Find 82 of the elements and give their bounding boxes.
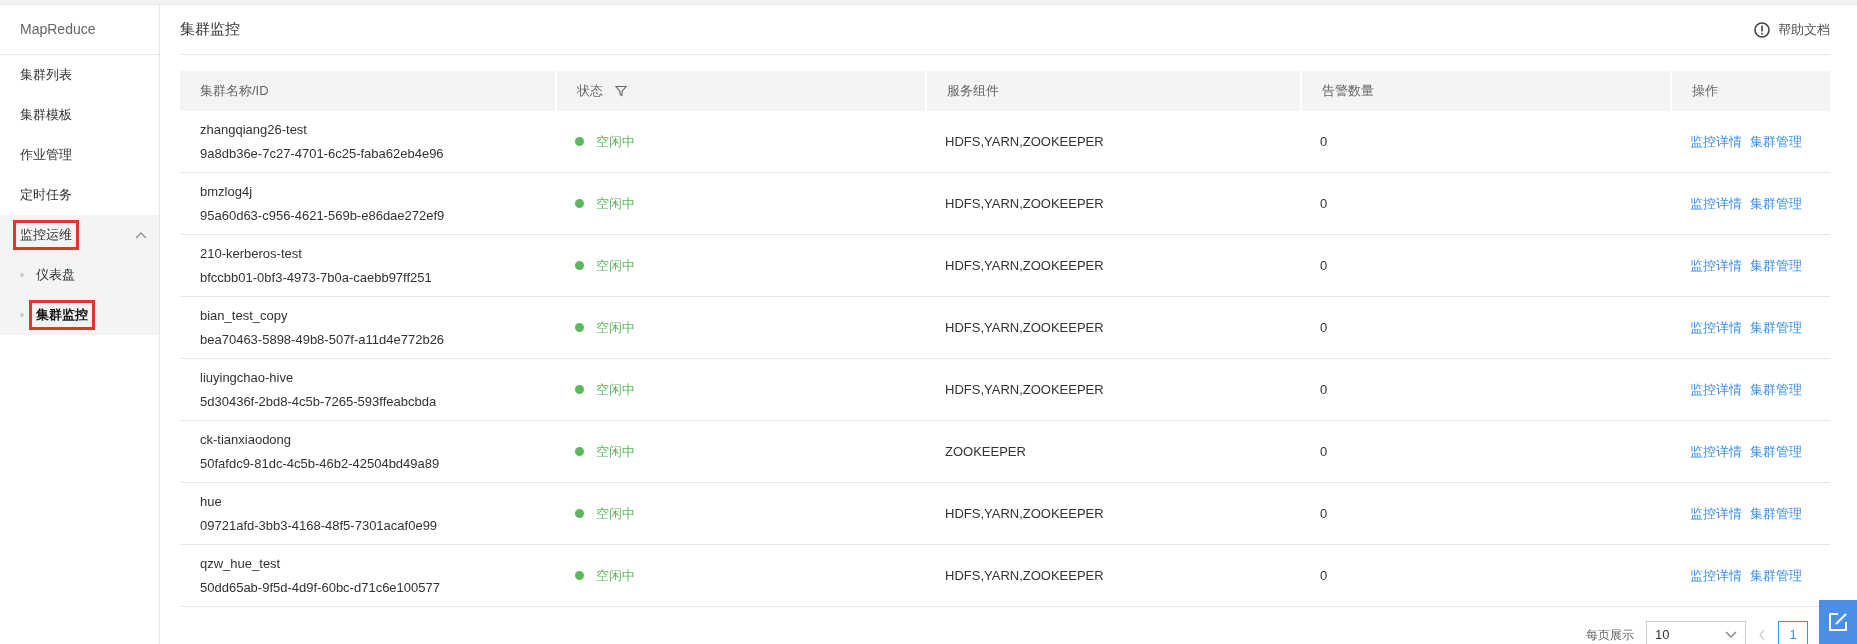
cluster-id: 9a8db36e-7c27-4701-6c25-faba62eb4e96: [200, 144, 445, 163]
menu-item-label[interactable]: 集群监控: [32, 303, 92, 327]
info-icon: [1754, 21, 1770, 38]
bullet-icon: [20, 273, 24, 277]
cluster-name: bmzlog4j: [200, 183, 254, 201]
action-link[interactable]: 集群管理: [1750, 441, 1802, 462]
action-link[interactable]: 监控详情: [1690, 441, 1742, 462]
status-text: 空闲中: [596, 318, 635, 337]
status-text: 空闲中: [596, 504, 635, 523]
service-components: HDFS,YARN,ZOOKEEPER: [945, 505, 1104, 521]
cluster-name: bian_test_copy: [200, 307, 289, 325]
alert-count: 0: [1320, 319, 1328, 335]
app-title: MapReduce: [20, 20, 96, 39]
service-components: HDFS,YARN,ZOOKEEPER: [945, 195, 1104, 211]
status-text: 空闲中: [596, 566, 635, 585]
bullet-icon: [20, 313, 24, 317]
column-header: 集群名称/ID: [200, 82, 269, 101]
page-size-label: 每页展示: [1586, 627, 1634, 644]
alert-count: 0: [1320, 443, 1328, 459]
status-text: 空闲中: [596, 194, 635, 213]
cluster-name: hue: [200, 493, 223, 511]
column-header: 操作: [1692, 82, 1718, 101]
status-text: 空闲中: [596, 442, 635, 461]
action-link[interactable]: 监控详情: [1690, 131, 1742, 152]
action-link[interactable]: 监控详情: [1690, 379, 1742, 400]
edit-icon: [1828, 612, 1848, 632]
menu-item-label[interactable]: 定时任务: [16, 183, 76, 207]
page-title: 集群监控: [180, 19, 240, 40]
status-text: 空闲中: [596, 256, 635, 275]
service-components: HDFS,YARN,ZOOKEEPER: [945, 257, 1104, 273]
cluster-id: 50dd65ab-9f5d-4d9f-60bc-d71c6e100577: [200, 578, 441, 597]
alert-count: 0: [1320, 381, 1328, 397]
cluster-name: zhangqiang26-test: [200, 121, 308, 139]
cluster-name: qzw_hue_test: [200, 555, 282, 573]
column-header: 告警数量: [1322, 82, 1374, 101]
cluster-name: liuyingchao-hive: [200, 369, 295, 387]
filter-icon[interactable]: [615, 85, 627, 97]
action-link[interactable]: 集群管理: [1750, 565, 1802, 586]
service-components: HDFS,YARN,ZOOKEEPER: [945, 567, 1104, 583]
help-link[interactable]: 帮助文档: [1754, 19, 1830, 40]
chevron-icon[interactable]: [135, 231, 147, 239]
action-link[interactable]: 集群管理: [1750, 193, 1802, 214]
action-link[interactable]: 集群管理: [1750, 131, 1802, 152]
service-components: ZOOKEEPER: [945, 443, 1026, 459]
chevron-down-icon: [1725, 631, 1737, 639]
menu-item-label[interactable]: 集群列表: [16, 63, 76, 87]
action-link[interactable]: 集群管理: [1750, 317, 1802, 338]
alert-count: 0: [1320, 567, 1328, 583]
action-link[interactable]: 集群管理: [1750, 379, 1802, 400]
page-button[interactable]: 1: [1778, 621, 1808, 644]
cluster-id: bea70463-5898-49b8-507f-a11d4e772b26: [200, 330, 446, 349]
action-link[interactable]: 集群管理: [1750, 503, 1802, 524]
service-components: HDFS,YARN,ZOOKEEPER: [945, 133, 1104, 149]
action-link[interactable]: 监控详情: [1690, 255, 1742, 276]
menu-item-label[interactable]: 集群模板: [16, 103, 76, 127]
status-text: 空闲中: [596, 380, 635, 399]
cluster-name: 210-kerberos-test: [200, 245, 303, 263]
alert-count: 0: [1320, 195, 1328, 211]
page-size-select[interactable]: 10: [1646, 621, 1746, 644]
edit-button[interactable]: [1819, 600, 1857, 644]
column-header: 状态: [577, 82, 603, 101]
alert-count: 0: [1320, 257, 1328, 273]
service-components: HDFS,YARN,ZOOKEEPER: [945, 319, 1104, 335]
cluster-id: 5d30436f-2bd8-4c5b-7265-593ffeabcbda: [200, 392, 438, 411]
cluster-name: ck-tianxiaodong: [200, 431, 293, 449]
action-link[interactable]: 监控详情: [1690, 503, 1742, 524]
menu-item-label[interactable]: 监控运维: [16, 223, 76, 247]
cluster-id: bfccbb01-0bf3-4973-7b0a-caebb97ff251: [200, 268, 433, 287]
cluster-id: 50fafdc9-81dc-4c5b-46b2-42504bd49a89: [200, 454, 441, 473]
menu-item-label[interactable]: 作业管理: [16, 143, 76, 167]
status-text: 空闲中: [596, 132, 635, 151]
action-link[interactable]: 集群管理: [1750, 255, 1802, 276]
alert-count: 0: [1320, 505, 1328, 521]
cluster-id: 09721afd-3bb3-4168-48f5-7301acaf0e99: [200, 516, 439, 535]
alert-count: 0: [1320, 133, 1328, 149]
action-link[interactable]: 监控详情: [1690, 317, 1742, 338]
cluster-id: 95a60d63-c956-4621-569b-e86dae272ef9: [200, 206, 446, 225]
service-components: HDFS,YARN,ZOOKEEPER: [945, 381, 1104, 397]
column-header: 服务组件: [947, 82, 999, 101]
action-link[interactable]: 监控详情: [1690, 565, 1742, 586]
menu-item-label[interactable]: 仪表盘: [32, 263, 79, 287]
action-link[interactable]: 监控详情: [1690, 193, 1742, 214]
